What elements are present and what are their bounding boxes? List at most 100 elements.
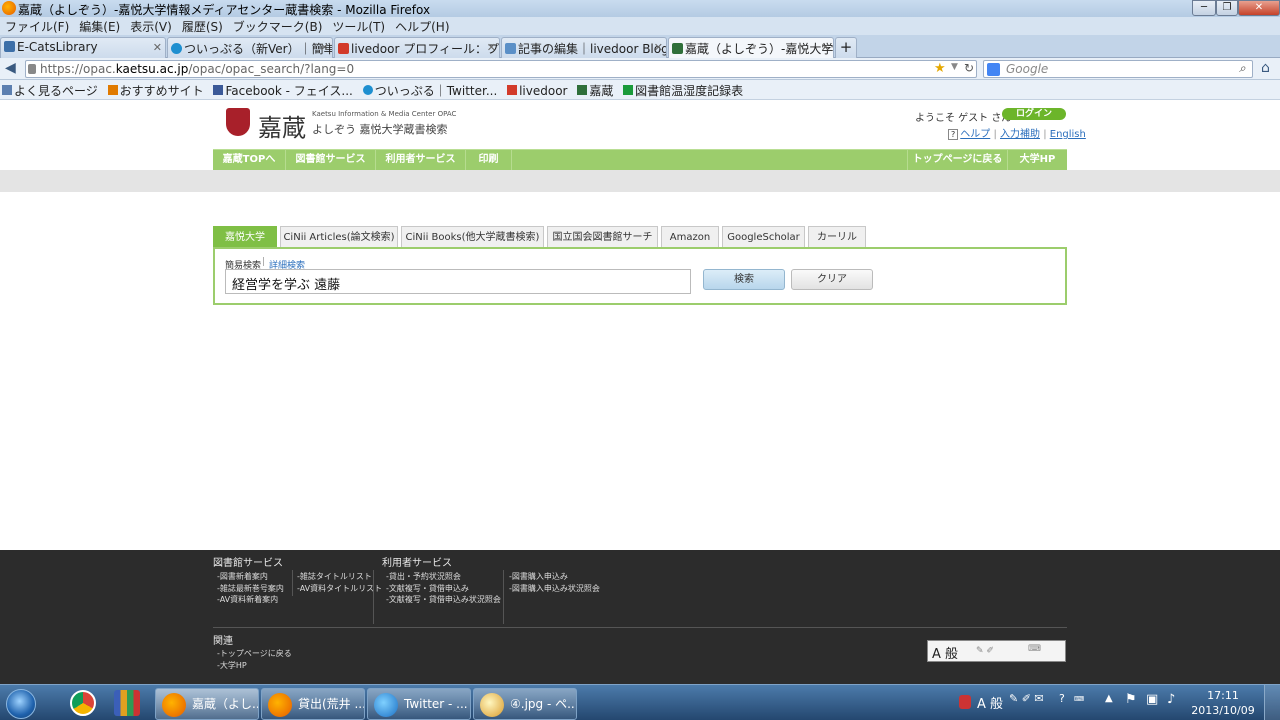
search-tab-ndl[interactable]: 国立国会図書館サーチ bbox=[547, 226, 658, 248]
url-domain: kaetsu.ac.jp bbox=[115, 62, 189, 76]
tray-ime-mode[interactable]: A 般 bbox=[977, 693, 1003, 712]
help-link[interactable]: ヘルプ bbox=[960, 129, 990, 140]
firefox-icon bbox=[268, 692, 292, 717]
new-tab-button[interactable]: + bbox=[835, 37, 857, 58]
footer-link[interactable]: -大学HP bbox=[217, 660, 292, 672]
footer-link[interactable]: -文献複写・貸借申込み状況照会 bbox=[386, 594, 501, 606]
login-button[interactable]: ログイン bbox=[1002, 108, 1066, 120]
home-icon[interactable]: ⌂ bbox=[1261, 60, 1270, 76]
footer-link[interactable]: -トップページに戻る bbox=[217, 648, 292, 660]
menu-history[interactable]: 履歴(S) bbox=[177, 17, 228, 35]
nav-back-to-top[interactable]: トップページに戻る bbox=[907, 150, 1008, 171]
footer-library-col1: -図書新着案内 -雑誌最新巻号案内 -AV資料新着案内 bbox=[217, 571, 284, 606]
volume-icon[interactable]: ♪ bbox=[1167, 692, 1175, 707]
footer-link[interactable]: -貸出・予約状況照会 bbox=[386, 571, 501, 583]
bookmark-livedoor[interactable]: livedoor bbox=[505, 82, 571, 98]
maximize-button[interactable]: ❐ bbox=[1216, 0, 1238, 16]
footer-link[interactable]: -図書購入申込み bbox=[509, 571, 600, 583]
nav-yoshizo-top[interactable]: 嘉蔵TOPへ bbox=[213, 150, 286, 171]
english-link[interactable]: English bbox=[1050, 129, 1086, 140]
university-crest-icon bbox=[226, 108, 250, 136]
footer-link[interactable]: -文献複写・貸借申込み bbox=[386, 583, 501, 595]
bookmark-yoshizo[interactable]: 嘉蔵 bbox=[575, 80, 617, 99]
input-help-link[interactable]: 入力補助 bbox=[1000, 129, 1040, 140]
tab-close-icon[interactable]: ✕ bbox=[320, 41, 329, 54]
site-logo[interactable]: 嘉蔵 bbox=[258, 108, 306, 143]
facebook-icon bbox=[213, 85, 224, 95]
taskbar-ie-twitter[interactable]: Twitter - ... bbox=[367, 688, 471, 720]
footer-library-heading: 図書館サービス bbox=[213, 558, 283, 569]
help-circle-icon[interactable]: ? bbox=[1059, 692, 1065, 705]
spreadsheet-icon bbox=[623, 85, 634, 95]
footer-link[interactable]: -雑誌タイトルリスト bbox=[297, 571, 382, 583]
footer-link[interactable]: -AV資料タイトルリスト bbox=[297, 583, 382, 595]
tab-livedoor-profile[interactable]: livedoor プロフィール：プ... ✕ bbox=[334, 37, 500, 58]
tab-close-icon[interactable]: ✕ bbox=[487, 41, 496, 54]
ime-tool-icon[interactable]: ✎ ✐ ✉ bbox=[1009, 692, 1044, 705]
dropdown-arrow-icon[interactable]: ▼ bbox=[951, 62, 958, 72]
security-icon[interactable] bbox=[959, 695, 971, 709]
footer-link[interactable]: -図書新着案内 bbox=[217, 571, 284, 583]
search-tab-googlescholar[interactable]: GoogleScholar bbox=[722, 226, 805, 248]
ime-tool-icon[interactable]: ✎ ✐ bbox=[976, 646, 994, 656]
footer-link[interactable]: -雑誌最新巻号案内 bbox=[217, 583, 284, 595]
ime-language-bar[interactable]: A 般 ✎ ✐ ⌨ bbox=[927, 640, 1066, 662]
breadcrumb-bar bbox=[0, 170, 1280, 192]
library-app-icon[interactable] bbox=[114, 690, 140, 716]
menu-tools[interactable]: ツール(T) bbox=[327, 17, 390, 35]
nav-print[interactable]: 印刷 bbox=[466, 150, 512, 171]
footer-link[interactable]: -図書購入申込み状況照会 bbox=[509, 583, 600, 595]
close-window-button[interactable]: ✕ bbox=[1238, 0, 1280, 16]
nav-library-services[interactable]: 図書館サービス bbox=[286, 150, 376, 171]
menu-bar: ファイル(F) 編集(E) 表示(V) 履歴(S) ブックマーク(B) ツール(T) ヘルプ… bbox=[0, 17, 1280, 35]
clock[interactable]: 17:11 2013/10/09 bbox=[1190, 688, 1256, 720]
search-tab-kaetsu[interactable]: 嘉悦大学 bbox=[213, 226, 277, 248]
taskbar-paint[interactable]: ④.jpg - ペ... bbox=[473, 688, 577, 720]
minimize-button[interactable]: ─ bbox=[1192, 0, 1216, 16]
back-arrow-icon[interactable]: ◀ bbox=[5, 60, 16, 76]
tab-close-icon[interactable]: ✕ bbox=[654, 41, 663, 54]
action-center-flag-icon[interactable]: ⚑ bbox=[1125, 692, 1137, 707]
bookmark-most-visited[interactable]: よく見るページ bbox=[0, 80, 102, 99]
search-tab-cinii-articles[interactable]: CiNii Articles(論文検索) bbox=[280, 226, 398, 248]
chrome-icon[interactable] bbox=[70, 690, 96, 716]
url-bar[interactable]: https://opac.kaetsu.ac.jp/opac/opac_sear… bbox=[25, 60, 977, 78]
tab-close-icon[interactable]: ✕ bbox=[153, 41, 162, 54]
reload-icon[interactable]: ↻ bbox=[964, 61, 974, 75]
bookmark-humidity[interactable]: 図書館温湿度記録表 bbox=[621, 80, 747, 99]
menu-help[interactable]: ヘルプ(H) bbox=[390, 17, 454, 35]
search-tab-cinii-books[interactable]: CiNii Books(他大学蔵書検索) bbox=[401, 226, 544, 248]
tab-ecats[interactable]: E-CatsLibrary ✕ bbox=[0, 37, 166, 58]
divider bbox=[373, 570, 374, 624]
taskbar-firefox-lending[interactable]: 貸出(荒井 ... bbox=[261, 688, 365, 720]
menu-edit[interactable]: 編集(E) bbox=[74, 17, 125, 35]
search-query-input[interactable]: 経営学を学ぶ 遠藤 bbox=[225, 269, 691, 294]
search-tab-amazon[interactable]: Amazon bbox=[661, 226, 719, 248]
footer-link[interactable]: -AV資料新着案内 bbox=[217, 594, 284, 606]
start-button[interactable] bbox=[6, 689, 36, 719]
main-nav: 嘉蔵TOPへ 図書館サービス 利用者サービス 印刷 トップページに戻る 大学HP bbox=[213, 149, 1067, 171]
taskbar-firefox-yoshizo[interactable]: 嘉蔵（よし... bbox=[155, 688, 259, 720]
nav-university-hp[interactable]: 大学HP bbox=[1008, 150, 1067, 171]
menu-file[interactable]: ファイル(F) bbox=[0, 17, 74, 35]
bookmark-star-icon[interactable]: ★ bbox=[934, 61, 946, 76]
tab-livedoor-blog[interactable]: 記事の編集｜livedoor Blog ✕ bbox=[501, 37, 667, 58]
network-icon[interactable]: ▣ bbox=[1146, 692, 1158, 707]
bookmark-facebook[interactable]: Facebook - フェイス... bbox=[211, 80, 356, 99]
menu-view[interactable]: 表示(V) bbox=[125, 17, 177, 35]
search-tab-calil[interactable]: カーリル bbox=[808, 226, 866, 248]
search-icon[interactable]: ⌕ bbox=[1239, 61, 1246, 76]
tab-twipple[interactable]: ついっぷる（新Ver）｜簡単... ✕ bbox=[167, 37, 333, 58]
tab-close-icon[interactable]: ✕ bbox=[821, 41, 830, 54]
footer-related-heading: 関連 bbox=[213, 636, 233, 647]
search-button[interactable]: 検索 bbox=[703, 269, 785, 290]
nav-user-services[interactable]: 利用者サービス bbox=[376, 150, 466, 171]
tab-yoshizo[interactable]: 嘉蔵（よしぞう）-嘉悦大学... ✕ bbox=[668, 37, 834, 59]
menu-bookmarks[interactable]: ブックマーク(B) bbox=[228, 17, 328, 35]
bookmark-twipple[interactable]: ついっぷる｜Twitter... bbox=[361, 80, 502, 99]
bookmark-recommended[interactable]: おすすめサイト bbox=[106, 80, 208, 99]
show-hidden-icons-icon[interactable]: ▲ bbox=[1105, 693, 1113, 704]
show-desktop-button[interactable] bbox=[1264, 685, 1280, 720]
web-search-input[interactable]: Google ⌕ bbox=[983, 60, 1253, 78]
clear-button[interactable]: クリア bbox=[791, 269, 873, 290]
